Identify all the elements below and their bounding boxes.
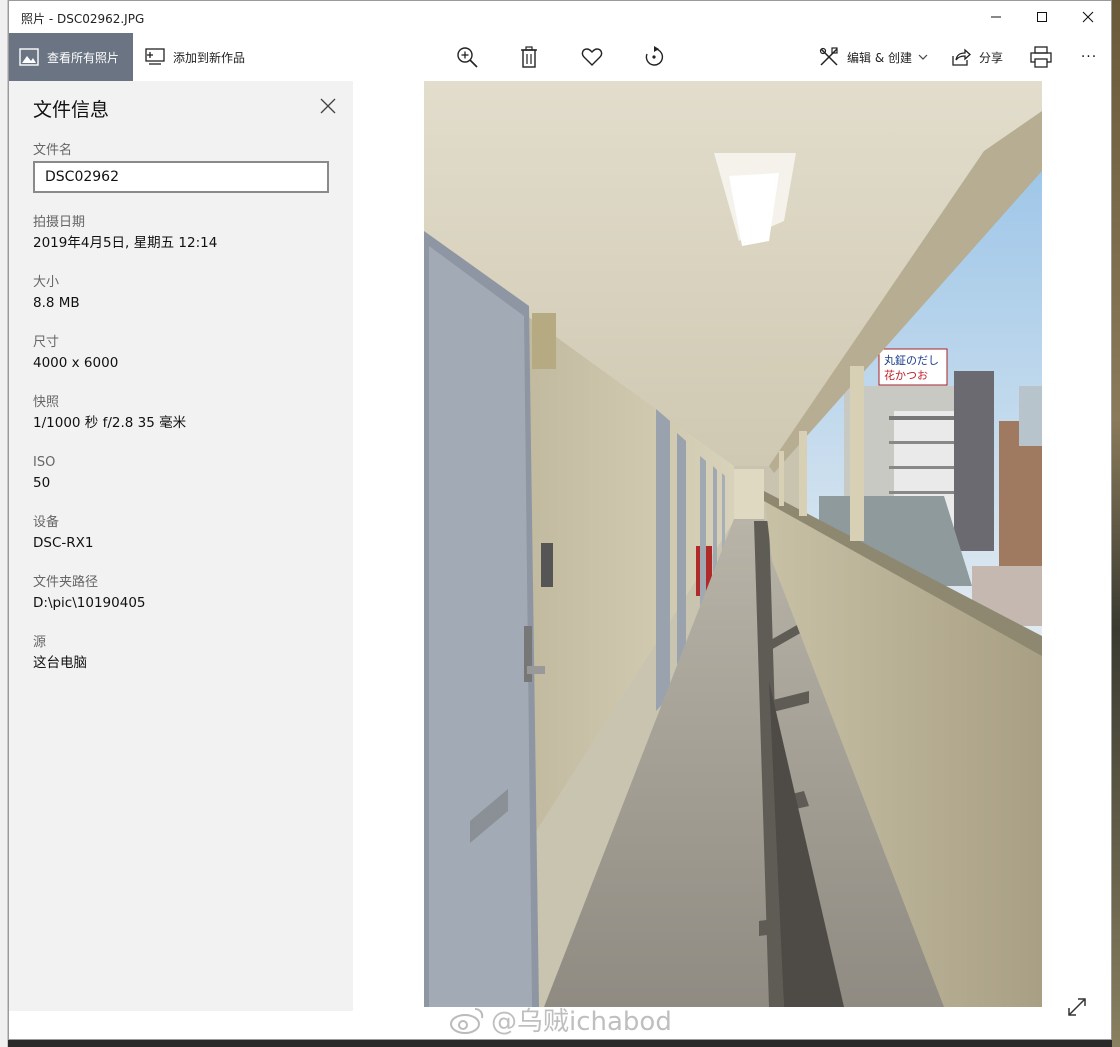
weibo-icon: [450, 1007, 484, 1034]
date-section: 拍摄日期 2019年4月5日, 星期五 12:14: [33, 213, 217, 253]
folder-value[interactable]: D:\pic\10190405: [33, 593, 146, 613]
watermark: @乌贼ichabod: [449, 1001, 672, 1038]
source-label: 源: [33, 635, 47, 650]
photo-gallery-icon: [19, 48, 39, 66]
minimize-icon: [991, 16, 1001, 18]
iso-section: ISO 50: [33, 453, 55, 493]
zoom-in-icon: [457, 47, 478, 68]
maximize-icon: [1037, 12, 1047, 22]
filename-label: 文件名: [33, 143, 73, 158]
corridor-photo: 丸鉦のだし 花かつお: [424, 81, 1042, 1007]
date-value: 2019年4月5日, 星期五 12:14: [33, 235, 218, 251]
add-to-creation-button[interactable]: 添加到新作品: [145, 33, 245, 81]
share-label: 分享: [979, 50, 1004, 65]
size-label: 大小: [33, 275, 60, 290]
sign-line2: 花かつお: [884, 369, 928, 382]
iso-value: 50: [33, 475, 51, 491]
panel-title: 文件信息: [33, 99, 110, 121]
size-section: 大小 8.8 MB: [33, 273, 80, 313]
rotate-icon: [645, 46, 664, 66]
add-to-creation-label: 添加到新作品: [173, 50, 246, 65]
edit-create-icon: [819, 47, 838, 66]
device-label: 设备: [33, 515, 60, 530]
exposure-label: 快照: [33, 395, 60, 410]
window-title: 照片 - DSC02962.JPG: [21, 12, 145, 26]
source-value: 这台电脑: [33, 655, 87, 671]
file-info-panel: 文件信息 文件名 拍摄日期 2019年4月5日, 星期五 12:14 大小 8.…: [9, 81, 353, 1011]
folder-section: 文件夹路径 D:\pic\10190405: [33, 573, 146, 613]
date-label: 拍摄日期: [33, 215, 86, 230]
share-icon: [952, 48, 971, 66]
chevron-down-icon: [918, 54, 928, 60]
background-window-edge: [0, 0, 8, 1047]
title-bar: 照片 - DSC02962.JPG: [9, 1, 1111, 33]
view-all-photos-label: 查看所有照片: [47, 50, 120, 65]
heart-icon: [581, 48, 603, 66]
delete-button[interactable]: [517, 45, 541, 69]
photos-app-window: 照片 - DSC02962.JPG 查看所有照片 添加到新作品 编辑 & 创建 …: [8, 0, 1112, 1040]
exposure-value: 1/1000 秒 f/2.8 35 毫米: [33, 415, 187, 431]
toolbar: 查看所有照片 添加到新作品 编辑 & 创建 分享 ···: [9, 33, 1111, 81]
source-section: 源 这台电脑: [33, 633, 87, 673]
edit-create-button[interactable]: 编辑 & 创建: [819, 33, 928, 81]
filename-section: 文件名: [33, 141, 72, 161]
close-panel-icon[interactable]: [319, 97, 337, 115]
add-to-creation-icon: [145, 48, 165, 65]
exposure-section: 快照 1/1000 秒 f/2.8 35 毫米: [33, 393, 186, 433]
folder-label: 文件夹路径: [33, 575, 99, 590]
edit-create-label: 编辑 & 创建: [847, 50, 912, 65]
watermark-text: @乌贼ichabod: [491, 1007, 672, 1037]
dimensions-label: 尺寸: [33, 335, 60, 350]
expand-icon[interactable]: [1065, 995, 1089, 1019]
printer-icon: [1030, 46, 1052, 68]
print-button[interactable]: [1029, 45, 1053, 69]
rotate-button[interactable]: [642, 45, 666, 69]
close-button[interactable]: [1065, 1, 1111, 33]
close-icon: [1082, 11, 1094, 23]
dimensions-section: 尺寸 4000 x 6000: [33, 333, 118, 373]
trash-icon: [521, 46, 537, 68]
share-button[interactable]: 分享: [951, 33, 1003, 81]
more-options-button[interactable]: ···: [1077, 45, 1101, 69]
window-controls: [973, 1, 1111, 33]
device-value: DSC-RX1: [33, 535, 94, 551]
favorite-button[interactable]: [580, 45, 604, 69]
dimensions-value: 4000 x 6000: [33, 355, 119, 371]
photo-view[interactable]: 丸鉦のだし 花かつお: [424, 81, 1042, 1007]
minimize-button[interactable]: [973, 1, 1019, 33]
size-value: 8.8 MB: [33, 295, 80, 311]
view-all-photos-button[interactable]: 查看所有照片: [9, 33, 133, 81]
zoom-button[interactable]: [455, 45, 479, 69]
iso-label: ISO: [33, 455, 56, 470]
filename-input[interactable]: [33, 161, 329, 193]
sign-line1: 丸鉦のだし: [884, 354, 939, 367]
background-desktop-edge: [1112, 0, 1120, 1047]
maximize-button[interactable]: [1019, 1, 1065, 33]
device-section: 设备 DSC-RX1: [33, 513, 93, 553]
